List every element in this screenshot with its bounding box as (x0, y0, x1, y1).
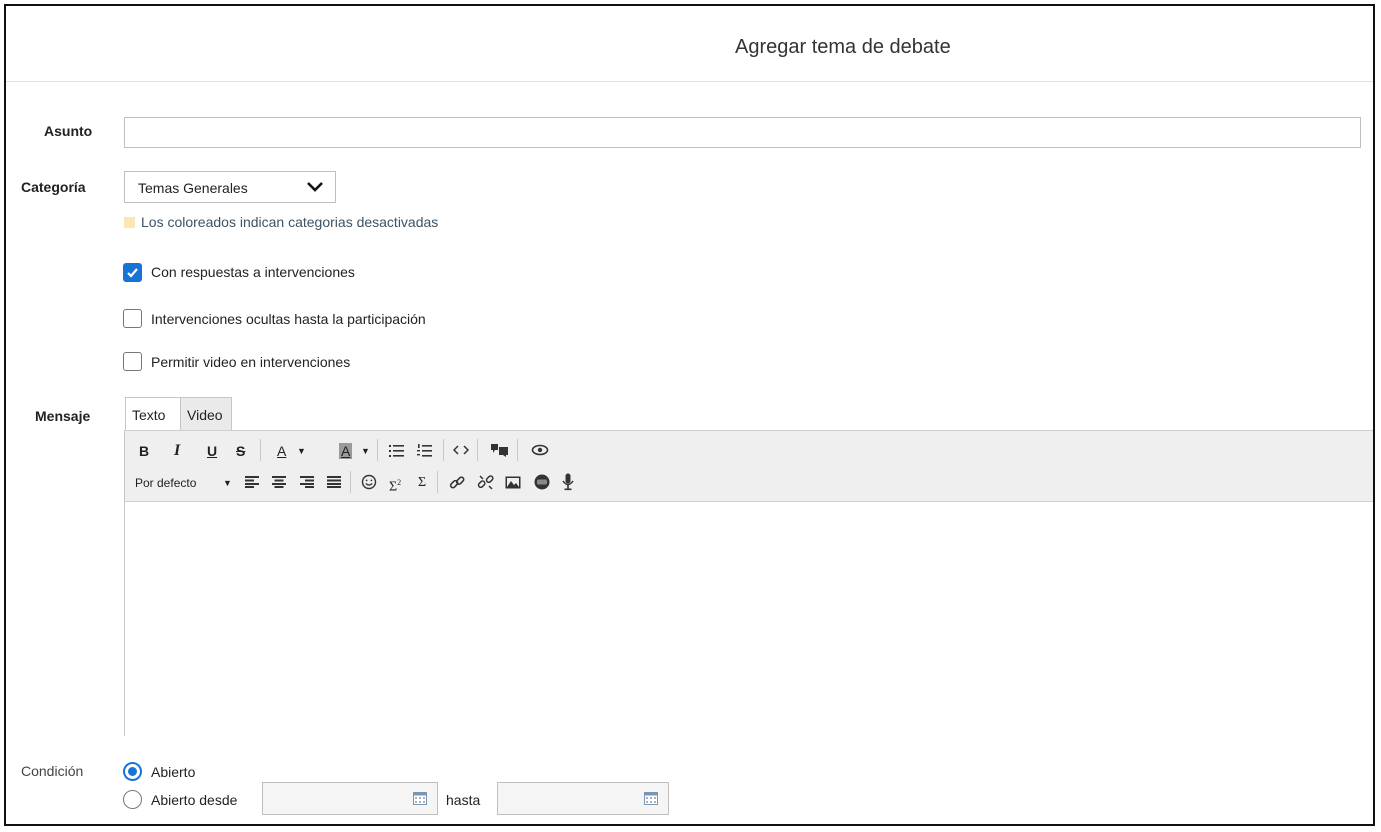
toolbar-separator (443, 439, 444, 461)
open-from-radio[interactable] (123, 790, 142, 809)
category-hint: Los coloreados indican categorias desact… (124, 214, 438, 230)
toolbar-separator (517, 439, 518, 461)
message-body-area[interactable] (125, 502, 1373, 736)
calendar-icon[interactable] (644, 792, 658, 805)
translate-icon[interactable] (489, 442, 511, 458)
date-to-input[interactable] (497, 782, 669, 815)
tab-video[interactable]: Video (180, 397, 232, 430)
editor-toolbar: B I U S A ▼ A ▼ Por defecto ▼ Σ2 Σ (125, 430, 1373, 502)
justify-icon[interactable] (327, 476, 341, 488)
date-from-input[interactable] (262, 782, 438, 815)
allow-video-checkbox[interactable] (123, 352, 142, 371)
code-icon[interactable] (453, 444, 469, 456)
unlink-icon[interactable] (477, 474, 495, 491)
message-label: Mensaje (35, 408, 91, 424)
hidden-posts-label: Intervenciones ocultas hasta la particip… (151, 311, 426, 327)
align-right-icon[interactable] (300, 476, 314, 488)
toolbar-separator (260, 439, 261, 461)
dialog: Agregar tema de debate Asunto Categoría … (4, 4, 1375, 826)
toolbar-separator (350, 471, 351, 493)
condition-label: Condición (21, 763, 84, 779)
sum-button[interactable]: Σ (418, 475, 426, 491)
color-swatch (124, 217, 135, 228)
checkmark-icon (127, 268, 138, 278)
open-from-radio-label: Abierto desde (151, 792, 238, 808)
dialog-header: Agregar tema de debate (6, 6, 1373, 82)
subject-input[interactable] (124, 117, 1361, 148)
category-label: Categoría (21, 179, 86, 195)
emoji-smiley-icon[interactable] (361, 474, 377, 490)
dropdown-caret-icon[interactable]: ▼ (361, 443, 370, 459)
category-hint-text: Los coloreados indican categorias desact… (141, 214, 439, 230)
toolbar-separator (377, 439, 378, 461)
bg-color-button[interactable]: A (339, 443, 353, 459)
toolbar-separator (437, 471, 438, 493)
align-center-icon[interactable] (272, 476, 286, 488)
page-title: Agregar tema de debate (735, 36, 951, 58)
hidden-posts-checkbox[interactable] (123, 309, 142, 328)
strikethrough-button[interactable]: S (236, 443, 245, 459)
category-select[interactable]: Temas Generales (124, 171, 336, 203)
sigma-icon: Σ (389, 479, 398, 495)
tab-texto[interactable]: Texto (125, 397, 181, 430)
until-label: hasta (446, 792, 481, 808)
dropdown-caret-icon[interactable]: ▼ (297, 443, 306, 459)
bulleted-list-icon[interactable] (389, 444, 405, 458)
rich-text-editor: B I U S A ▼ A ▼ Por defecto ▼ Σ2 Σ (124, 430, 1373, 736)
preview-eye-icon[interactable] (531, 444, 549, 456)
chevron-down-icon (307, 182, 323, 192)
italic-button[interactable]: I (174, 443, 180, 459)
subscript-sum-button[interactable]: Σ2 (389, 475, 401, 496)
align-left-icon[interactable] (245, 476, 259, 488)
dropdown-caret-icon[interactable]: ▼ (223, 475, 232, 491)
allow-video-label: Permitir video en intervenciones (151, 354, 351, 370)
image-icon[interactable] (505, 476, 521, 489)
replies-label: Con respuestas a intervenciones (151, 264, 355, 280)
microphone-icon[interactable] (562, 473, 574, 491)
video-embed-icon[interactable] (534, 474, 550, 490)
underline-button[interactable]: U (207, 443, 217, 459)
subject-label: Asunto (44, 123, 93, 139)
replies-checkbox[interactable] (123, 263, 142, 282)
numbered-list-icon[interactable] (417, 443, 433, 458)
toolbar-separator (477, 439, 478, 461)
open-radio[interactable] (123, 762, 142, 781)
font-style-dropdown[interactable]: Por defecto (135, 475, 196, 491)
open-radio-label: Abierto (151, 764, 196, 780)
bold-button[interactable]: B (139, 443, 149, 459)
text-color-button[interactable]: A (277, 443, 286, 459)
link-icon[interactable] (449, 475, 465, 491)
calendar-icon[interactable] (413, 792, 427, 805)
category-selected-value: Temas Generales (138, 180, 248, 196)
